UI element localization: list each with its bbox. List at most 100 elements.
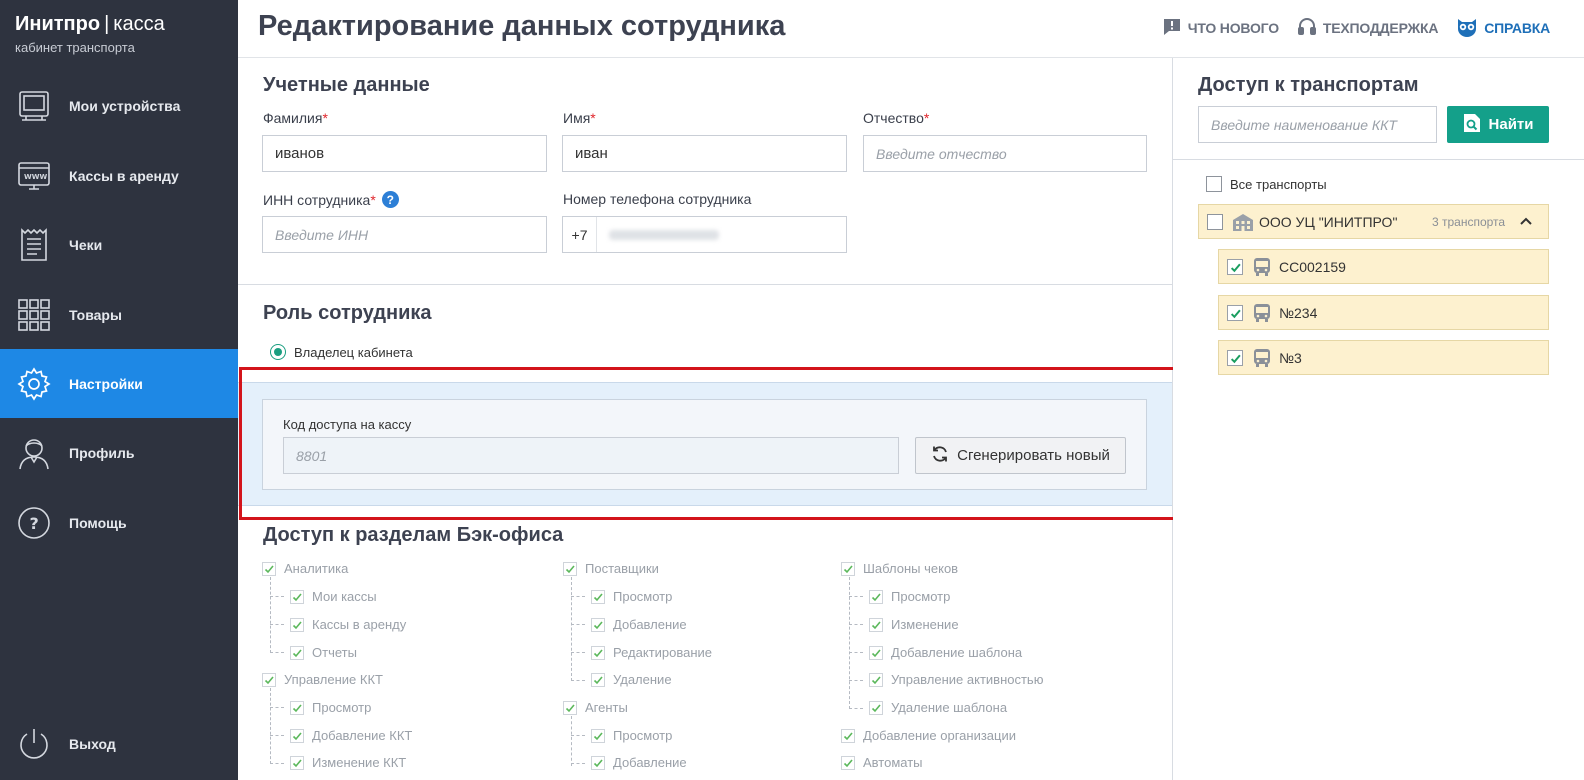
middle-name-label: Отчество* (863, 110, 930, 126)
checkbox-checked-icon (869, 589, 883, 604)
sidebar-item-devices[interactable]: Мои устройства (0, 71, 238, 140)
header: Редактирование данных сотрудника ЧТО НОВ… (238, 0, 1584, 58)
checkbox-checked-icon (869, 617, 883, 632)
last-name-field[interactable]: иванов (262, 135, 547, 172)
first-name-field[interactable]: иван (562, 135, 847, 172)
perm-suppliers-delete[interactable]: Удаление (591, 672, 672, 687)
checkbox-checked-icon (591, 589, 605, 604)
svg-text:?: ? (30, 514, 39, 533)
organization-row[interactable]: ООО УЦ "ИНИТПРО" 3 транспорта (1198, 204, 1549, 239)
vehicle-row[interactable]: №3 (1218, 340, 1549, 375)
sidebar-item-label: Товары (69, 306, 122, 323)
profile-icon (16, 435, 52, 471)
transport-title: Доступ к транспортам (1198, 74, 1419, 96)
perm-my-kkt[interactable]: Мои кассы (290, 589, 377, 604)
last-name-label: Фамилия* (263, 110, 328, 126)
page-title: Редактирование данных сотрудника (258, 10, 786, 42)
perm-kkt-edit[interactable]: Изменение ККТ (290, 755, 406, 770)
building-icon (1232, 212, 1254, 237)
sidebar-item-help[interactable]: ? Помощь (0, 488, 238, 557)
vehicle-row[interactable]: СС002159 (1218, 249, 1549, 284)
all-transports-option[interactable]: Все транспорты (1206, 176, 1327, 192)
perm-suppliers-edit[interactable]: Редактирование (591, 645, 712, 660)
perm-kkt-management[interactable]: Управление ККТ (262, 672, 383, 687)
access-code-label: Код доступа на кассу (283, 417, 412, 432)
kkt-search-input[interactable]: Введите наименование ККТ (1198, 106, 1437, 143)
access-code-panel: Код доступа на кассу 8801 Сгенерировать … (238, 382, 1172, 506)
sidebar-item-receipts[interactable]: Чеки (0, 210, 238, 279)
checkbox-checked-icon (290, 755, 304, 770)
perm-templates-add[interactable]: Добавление шаблона (869, 645, 1022, 660)
radio-selected[interactable] (270, 344, 286, 360)
perm-add-organization[interactable]: Добавление организации (841, 728, 1016, 743)
news-icon (1162, 17, 1182, 40)
vehicle-row[interactable]: №234 (1218, 295, 1549, 330)
sidebar-item-settings[interactable]: Настройки (0, 349, 238, 418)
tree-line (270, 577, 271, 653)
generate-code-button[interactable]: Сгенерировать новый (915, 437, 1126, 474)
help-link[interactable]: СПРАВКА (1456, 17, 1550, 40)
tree-line (270, 688, 271, 764)
perm-templates-delete[interactable]: Удаление шаблона (869, 700, 1007, 715)
generate-code-label: Сгенерировать новый (957, 447, 1110, 464)
logout-button[interactable]: Выход (0, 709, 238, 778)
sidebar-item-profile[interactable]: Профиль (0, 418, 238, 487)
perm-agents-view[interactable]: Просмотр (591, 728, 672, 743)
tree-line (571, 716, 572, 766)
role-option-owner[interactable]: Владелец кабинета (270, 344, 413, 360)
checkbox-empty[interactable] (1206, 176, 1222, 192)
phone-label: Номер телефона сотрудника (563, 191, 752, 207)
perm-rent-kkt[interactable]: Кассы в аренду (290, 617, 406, 632)
whats-new-link[interactable]: ЧТО НОВОГО (1162, 17, 1279, 40)
checkbox-checked-icon (869, 672, 883, 687)
bus-icon (1253, 257, 1271, 282)
perm-suppliers-view[interactable]: Просмотр (591, 589, 672, 604)
logout-label: Выход (69, 735, 116, 752)
phone-field[interactable]: +7 (562, 216, 847, 253)
middle-name-field[interactable]: Введите отчество (863, 135, 1147, 172)
checkbox-checked-icon (591, 645, 605, 660)
perm-templates-view[interactable]: Просмотр (869, 589, 950, 604)
find-button[interactable]: Найти (1447, 106, 1549, 143)
credentials-title: Учетные данные (263, 74, 430, 96)
brand-logo[interactable]: Инитпро | касса кабинет транспорта (15, 13, 165, 55)
sidebar-item-goods[interactable]: Товары (0, 280, 238, 349)
perm-templates-activity[interactable]: Управление активностью (869, 672, 1043, 687)
brand-name: Инитпро (15, 13, 101, 35)
info-icon[interactable]: ? (381, 191, 399, 208)
checkbox-checked-icon (841, 728, 855, 743)
perm-templates[interactable]: Шаблоны чеков (841, 561, 958, 576)
phone-prefix: +7 (563, 217, 597, 252)
owl-icon (1456, 17, 1478, 40)
perm-agents[interactable]: Агенты (563, 700, 628, 715)
checkbox-checked-icon (591, 755, 605, 770)
support-link[interactable]: ТЕХПОДДЕРЖКА (1297, 17, 1438, 40)
transport-divider (1173, 159, 1584, 160)
perm-agents-add[interactable]: Добавление (591, 755, 687, 770)
perm-suppliers[interactable]: Поставщики (563, 561, 659, 576)
perm-templates-change[interactable]: Изменение (869, 617, 959, 632)
perm-kkt-add[interactable]: Добавление ККТ (290, 728, 412, 743)
perm-kkt-view[interactable]: Просмотр (290, 700, 371, 715)
help-icon: ? (16, 505, 52, 541)
sidebar-item-rent[interactable]: WWW Кассы в аренду (0, 141, 238, 210)
device-icon (16, 88, 52, 124)
chevron-up-icon[interactable] (1519, 214, 1533, 233)
checkbox-checked-icon[interactable] (1227, 259, 1243, 275)
inn-field[interactable]: Введите ИНН (262, 216, 547, 253)
perm-suppliers-add[interactable]: Добавление (591, 617, 687, 632)
perm-analytics[interactable]: Аналитика (262, 561, 348, 576)
sidebar-item-label: Кассы в аренду (69, 167, 179, 184)
brand-product: касса (113, 13, 165, 35)
tree-line (571, 577, 572, 681)
checkbox-checked-icon[interactable] (1227, 305, 1243, 321)
transport-panel: Доступ к транспортам Введите наименовани… (1173, 58, 1584, 780)
checkbox-checked-icon (262, 561, 276, 576)
perm-reports[interactable]: Отчеты (290, 645, 357, 660)
checkbox-empty[interactable] (1207, 214, 1223, 230)
sidebar-item-label: Настройки (69, 375, 143, 392)
bus-icon (1253, 348, 1271, 373)
perm-automats[interactable]: Автоматы (841, 755, 923, 770)
checkbox-checked-icon[interactable] (1227, 350, 1243, 366)
sidebar-item-label: Мои устройства (69, 97, 181, 114)
